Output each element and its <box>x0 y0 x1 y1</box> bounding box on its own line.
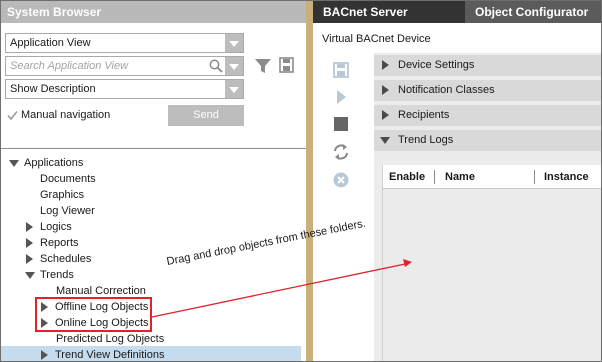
stop-icon[interactable] <box>332 115 350 133</box>
view-select-value: Application View <box>10 37 91 49</box>
section-recipients[interactable]: Recipients <box>374 105 601 126</box>
search-input[interactable]: Search Application View <box>5 56 244 76</box>
tab-bar: BACnet Server Object Configurator <box>313 1 601 23</box>
divider <box>1 148 306 149</box>
tree-item-predicted-log-objects[interactable]: Predicted Log Objects <box>56 331 164 347</box>
tree-item-label: Applications <box>24 157 84 169</box>
tab-object-configurator[interactable]: Object Configurator <box>465 1 601 23</box>
tree-item-label: Trend View Definitions <box>55 349 165 361</box>
chevron-down-icon[interactable] <box>225 34 243 52</box>
manual-navigation-checkbox[interactable] <box>6 109 19 122</box>
expand-down-icon[interactable] <box>25 272 35 279</box>
tree-item-label: Reports <box>40 237 79 249</box>
tree-item-label: Manual Correction <box>56 285 146 297</box>
application-window: System Browser Application View Search A… <box>0 0 602 362</box>
section-label: Device Settings <box>398 59 475 71</box>
play-icon[interactable] <box>332 88 350 106</box>
expand-down-icon[interactable] <box>9 160 19 167</box>
expand-right-icon[interactable] <box>26 238 33 248</box>
description-select[interactable]: Show Description <box>5 79 244 99</box>
section-label: Trend Logs <box>398 134 454 146</box>
manual-navigation-label: Manual navigation <box>21 109 111 121</box>
chevron-down-icon[interactable] <box>225 57 243 75</box>
table-header: Enable Name Instance <box>383 165 601 189</box>
tree-item-label: Schedules <box>40 253 92 265</box>
refresh-icon[interactable] <box>332 143 350 161</box>
cancel-icon[interactable] <box>332 171 350 189</box>
tree-item-label: Trends <box>40 269 74 281</box>
view-select[interactable]: Application View <box>5 33 244 53</box>
tree-item-label: Log Viewer <box>40 205 95 217</box>
section-label: Recipients <box>398 109 450 121</box>
configurator-content: Device Settings Notification Classes Rec… <box>374 53 601 361</box>
expand-down-icon[interactable] <box>380 137 390 144</box>
expand-right-icon[interactable] <box>382 85 389 95</box>
tree-item-label: Documents <box>40 173 96 185</box>
expand-right-icon[interactable] <box>41 350 48 360</box>
trend-logs-table: Enable Name Instance <box>382 165 601 361</box>
column-separator[interactable] <box>434 170 435 184</box>
tree-item-graphics[interactable]: Graphics <box>40 187 84 203</box>
tree-item-log-viewer[interactable]: Log Viewer <box>40 203 95 219</box>
vertical-toolbar <box>313 53 368 361</box>
save-icon[interactable] <box>332 61 350 79</box>
filter-icon[interactable] <box>254 58 272 74</box>
send-button[interactable]: Send <box>168 105 244 126</box>
search-icon[interactable] <box>209 59 223 73</box>
system-browser-title: System Browser <box>1 1 306 23</box>
tree-item-label: Logics <box>40 221 72 233</box>
system-browser-panel: System Browser Application View Search A… <box>1 1 306 361</box>
section-device-settings[interactable]: Device Settings <box>374 55 601 76</box>
device-title: Virtual BACnet Device <box>322 33 431 45</box>
search-placeholder: Search Application View <box>10 60 129 72</box>
expand-right-icon[interactable] <box>382 110 389 120</box>
column-header-enable[interactable]: Enable <box>389 165 425 189</box>
section-trend-logs[interactable]: Trend Logs <box>374 130 601 151</box>
section-notification-classes[interactable]: Notification Classes <box>374 80 601 101</box>
column-header-name[interactable]: Name <box>445 165 475 189</box>
save-icon[interactable] <box>279 57 294 73</box>
expand-right-icon[interactable] <box>382 60 389 70</box>
expand-right-icon[interactable] <box>26 222 33 232</box>
expand-right-icon[interactable] <box>26 254 33 264</box>
object-configurator-panel: BACnet Server Object Configurator Virtua… <box>313 1 601 361</box>
tree-item-documents[interactable]: Documents <box>40 171 96 187</box>
column-header-instance[interactable]: Instance <box>544 165 589 189</box>
tree-item-label: Graphics <box>40 189 85 201</box>
description-select-value: Show Description <box>10 83 96 95</box>
highlight-callout-box <box>35 297 152 332</box>
column-separator[interactable] <box>534 170 535 184</box>
tree-item-label: Predicted Log Objects <box>56 333 165 345</box>
section-label: Notification Classes <box>398 84 495 96</box>
pane-splitter[interactable] <box>306 1 313 361</box>
tab-bacnet-server[interactable]: BACnet Server <box>313 1 465 23</box>
chevron-down-icon[interactable] <box>225 80 243 98</box>
